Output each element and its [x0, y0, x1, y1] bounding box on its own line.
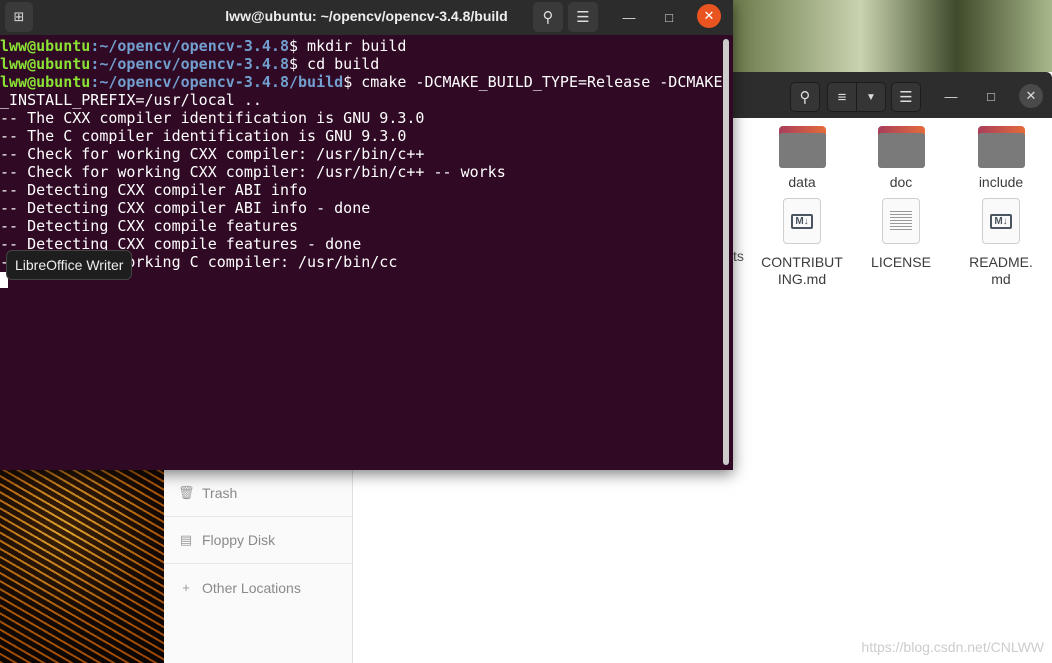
prompt-user: lww@ubuntu [0, 37, 91, 55]
watermark: https://blog.csdn.net/CNLWW [861, 639, 1044, 655]
floppy-icon: ▤ [179, 532, 193, 547]
close-icon: ✕ [703, 8, 715, 23]
sidebar-item-floppy-disk[interactable]: ▤ Floppy Disk [164, 517, 352, 564]
chevron-down-icon: ▼ [866, 91, 876, 103]
prompt-line: lww@ubuntu:~/opencv/opencv-3.4.8$ mkdir … [0, 37, 721, 55]
scrollbar[interactable] [723, 39, 729, 465]
sidebar-item-label: Other Locations [202, 579, 301, 596]
tooltip: LibreOffice Writer [6, 250, 133, 280]
markdown-file-icon: M↓ [783, 198, 821, 244]
prompt-user: lww@ubuntu [0, 55, 91, 73]
file-item[interactable]: M↓ CONTRIBUT ING.md [754, 198, 850, 288]
output-line: -- Detecting CXX compile features [0, 217, 299, 235]
prompt-path: :~/opencv/opencv-3.4.8 [90, 37, 289, 55]
maximize-button[interactable]: □ [657, 5, 681, 29]
command: $ mkdir build [289, 37, 407, 55]
file-label: README. md [969, 254, 1033, 287]
file-label: LICENSE [871, 254, 931, 270]
file-manager-headerbar: ⚲ ≡ ▼ ☰ — □ ✕ [733, 72, 1052, 118]
sidebar-item-label: Trash [202, 485, 238, 501]
search-icon: ⚲ [799, 89, 811, 106]
file-item[interactable]: M↓ README. md [953, 198, 1049, 288]
search-icon: ⚲ [542, 9, 554, 26]
prompt-path: :~/opencv/opencv-3.4.8 [90, 55, 289, 73]
minimize-button[interactable]: — [939, 84, 963, 108]
desktop-wallpaper [0, 470, 164, 663]
plus-icon: + [182, 580, 190, 595]
file-item[interactable]: LICENSE [853, 198, 949, 271]
folder-item[interactable]: doc [853, 126, 949, 191]
file-label: data [788, 174, 816, 190]
folder-icon [877, 126, 925, 168]
minimize-button[interactable]: — [617, 5, 641, 29]
sidebar-item-other-locations[interactable]: + Other Locations [164, 564, 352, 611]
prompt-path: :~/opencv/opencv-3.4.8/build [90, 73, 344, 91]
terminal-window: ⊞ lww@ubuntu: ~/opencv/opencv-3.4.8/buil… [0, 0, 733, 470]
output-line: -- Check for working CXX compiler: /usr/… [0, 145, 425, 163]
list-view-icon: ≡ [837, 88, 847, 106]
minimize-icon: — [622, 9, 636, 25]
output-line: -- Detecting CXX compiler ABI info [0, 181, 308, 199]
terminal-titlebar: ⊞ lww@ubuntu: ~/opencv/opencv-3.4.8/buil… [0, 0, 733, 35]
file-label: include [978, 174, 1024, 190]
hamburger-icon: ☰ [899, 89, 913, 106]
folder-icon [977, 126, 1025, 168]
sidebar-item-trash[interactable]: 🗑 Trash [164, 470, 352, 517]
close-icon: ✕ [1025, 88, 1037, 103]
folder-item[interactable]: data [754, 126, 850, 191]
output-line: -- The C compiler identification is GNU … [0, 127, 407, 145]
minimize-icon: — [944, 88, 958, 104]
output-line: _INSTALL_PREFIX=/usr/local .. [0, 91, 262, 109]
command: $ cmake -DCMAKE_BUILD_TYPE=Release -DCMA… [343, 73, 723, 91]
file-label: doc [889, 174, 913, 190]
folder-item[interactable]: include [953, 126, 1049, 191]
desktop-wallpaper [733, 0, 1052, 72]
search-button[interactable]: ⚲ [533, 2, 563, 32]
maximize-icon: □ [987, 88, 995, 104]
text-file-icon [882, 198, 920, 244]
maximize-button[interactable]: □ [979, 84, 1003, 108]
maximize-icon: □ [665, 9, 673, 25]
menu-button[interactable]: ☰ [568, 2, 598, 32]
menu-button[interactable]: ☰ [891, 82, 921, 112]
hamburger-icon: ☰ [576, 9, 590, 26]
view-list-button[interactable]: ≡ [827, 82, 857, 112]
prompt-user: lww@ubuntu [0, 73, 91, 91]
view-options-button[interactable]: ▼ [856, 82, 886, 112]
trash-icon: 🗑 [178, 485, 195, 500]
output-line: -- Detecting CXX compiler ABI info - don… [0, 199, 371, 217]
output-line: -- The CXX compiler identification is GN… [0, 109, 425, 127]
file-label: CONTRIBUT ING.md [761, 254, 843, 287]
folder-icon [778, 126, 826, 168]
output-line: -- Check for working CXX compiler: /usr/… [0, 163, 506, 181]
close-button[interactable]: ✕ [697, 4, 721, 28]
sidebar-item-label: Floppy Disk [202, 532, 276, 548]
sidebar: 🗑 Trash ▤ Floppy Disk + Other Locations [164, 470, 353, 663]
markdown-file-icon: M↓ [982, 198, 1020, 244]
partial-label: ts [733, 248, 744, 264]
prompt-line: lww@ubuntu:~/opencv/opencv-3.4.8/build$ … [0, 73, 723, 91]
prompt-line: lww@ubuntu:~/opencv/opencv-3.4.8$ cd bui… [0, 55, 721, 73]
close-button[interactable]: ✕ [1019, 84, 1043, 108]
command: $ cd build [289, 55, 380, 73]
search-button[interactable]: ⚲ [790, 82, 820, 112]
